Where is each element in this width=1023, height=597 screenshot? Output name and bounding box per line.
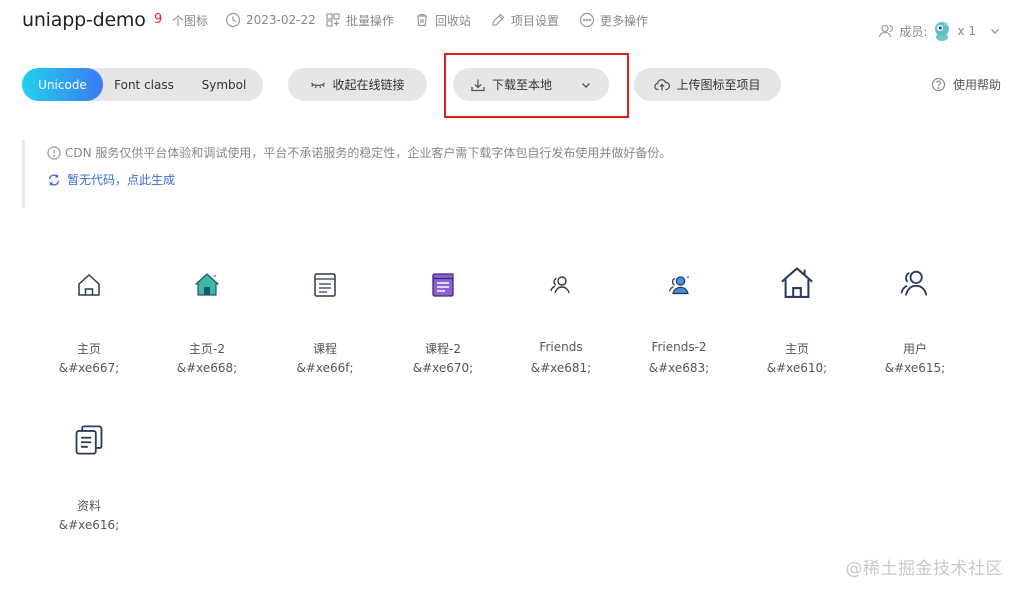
eye-closed-icon — [311, 82, 326, 88]
members-icon — [879, 24, 894, 38]
icon-name: Friends-2 — [651, 340, 707, 354]
refresh-icon — [48, 173, 60, 186]
user-icon — [900, 270, 928, 296]
tab-font-class[interactable]: Font class — [103, 68, 185, 101]
cdn-warning-text: CDN 服务仅供平台体验和调试使用，平台不承诺服务的稳定性，企业客户需下载字体包… — [65, 146, 672, 160]
icon-name: 课程-2 — [425, 342, 461, 356]
icon-code: &#xe616; — [58, 518, 120, 532]
more-ops-label: 更多操作 — [600, 13, 649, 28]
icon-name: 主页-2 — [189, 342, 225, 356]
home-filled-icon — [195, 273, 219, 296]
pencil-icon — [492, 13, 505, 26]
cloud-upload-icon — [654, 78, 671, 90]
more-dots-icon — [579, 12, 595, 28]
icon-item[interactable]: 主页 &#xe667; — [30, 270, 148, 400]
icon-item[interactable]: Friends-2 &#xe683; — [620, 270, 738, 400]
upload-icons-button[interactable]: 上传图标至项目 — [634, 68, 781, 101]
project-date: 2023-02-22 — [225, 11, 316, 29]
info-circle-icon — [47, 145, 61, 160]
course-outline-icon — [314, 273, 336, 297]
icon-code: &#xe615; — [884, 361, 946, 375]
code-type-tabs: Unicode Font class Symbol — [22, 68, 263, 101]
icon-code: &#xe681; — [530, 361, 592, 375]
icon-name: 课程 — [312, 342, 337, 356]
batch-ops-label: 批量操作 — [346, 13, 395, 28]
robot-avatar-icon — [935, 22, 950, 41]
clock-icon — [225, 12, 241, 28]
help-link[interactable]: 使用帮助 — [931, 76, 1001, 93]
home-large-icon — [781, 267, 813, 298]
watermark: @稀土掘金技术社区 — [845, 559, 1003, 579]
project-settings-button[interactable]: 项目设置 — [490, 11, 559, 29]
download-local-button[interactable]: 下载至本地 — [453, 68, 609, 101]
collapse-link-label: 收起在线链接 — [332, 78, 405, 92]
download-local-label: 下载至本地 — [491, 78, 552, 92]
icon-code: &#xe670; — [412, 361, 474, 375]
icon-count: 9 — [154, 12, 163, 27]
icon-name: 资料 — [76, 499, 101, 513]
icon-name: 用户 — [902, 342, 927, 356]
icon-item[interactable]: 课程-2 &#xe670; — [384, 270, 502, 400]
toolbar: Unicode Font class Symbol 收起在线链接 下载至本地 上… — [0, 53, 1023, 118]
members-label: 成员: — [899, 24, 928, 39]
upload-icons-label: 上传图标至项目 — [676, 78, 761, 92]
icon-code: &#xe668; — [176, 361, 238, 375]
avatar — [932, 20, 952, 42]
collapse-link-button[interactable]: 收起在线链接 — [288, 68, 427, 101]
icon-item[interactable]: 资料 &#xe616; — [30, 425, 148, 557]
documents-icon — [75, 425, 103, 455]
date-text: 2023-02-22 — [246, 13, 316, 27]
icon-code: &#xe610; — [766, 361, 828, 375]
icon-code: &#xe683; — [648, 361, 710, 375]
icon-code: &#xe667; — [58, 361, 120, 375]
more-ops-button[interactable]: 更多操作 — [579, 11, 648, 29]
help-label: 使用帮助 — [952, 78, 1001, 92]
recycle-bin-label: 回收站 — [435, 13, 472, 28]
icon-count-label: 个图标 — [172, 14, 209, 28]
icon-code: &#xe66f; — [296, 361, 354, 375]
members-dropdown[interactable]: 成员: x 1 — [878, 20, 1001, 42]
project-title: uniapp-demo — [22, 9, 146, 31]
members-count: x 1 — [957, 24, 976, 38]
icon-item[interactable]: Friends &#xe681; — [502, 270, 620, 400]
icon-item[interactable]: 主页-2 &#xe668; — [148, 270, 266, 400]
icon-item[interactable]: 用户 &#xe615; — [856, 270, 974, 400]
project-settings-label: 项目设置 — [511, 13, 560, 28]
chevron-down-icon — [582, 82, 590, 88]
chevron-down-icon — [991, 29, 999, 34]
grid-icon — [326, 13, 340, 27]
project-header: uniapp-demo 9 个图标 2023-02-22 批量操作 回收站 项目… — [0, 0, 1023, 48]
trash-icon — [417, 13, 427, 27]
icon-item[interactable]: 主页 &#xe610; — [738, 267, 856, 400]
download-icon — [471, 79, 485, 91]
cdn-notice: CDN 服务仅供平台体验和调试使用，平台不承诺服务的稳定性，企业客户需下载字体包… — [22, 140, 722, 208]
course-filled-icon — [432, 273, 454, 297]
home-outline-icon — [78, 274, 100, 296]
generate-code-link[interactable]: 暂无代码，点此生成 — [47, 171, 175, 188]
question-circle-icon — [931, 77, 946, 92]
cdn-warning: CDN 服务仅供平台体验和调试使用，平台不承诺服务的稳定性，企业客户需下载字体包… — [47, 144, 671, 161]
recycle-bin-button[interactable]: 回收站 — [414, 11, 471, 29]
icon-name: Friends — [539, 340, 583, 354]
tab-unicode[interactable]: Unicode — [22, 68, 103, 101]
batch-ops-button[interactable]: 批量操作 — [325, 11, 394, 29]
icon-item[interactable]: 课程 &#xe66f; — [266, 270, 384, 400]
icon-name: 主页 — [76, 342, 101, 356]
tab-symbol[interactable]: Symbol — [185, 68, 263, 101]
friends-outline-icon — [550, 276, 570, 294]
icon-name: 主页 — [784, 342, 809, 356]
friends-filled-icon — [668, 276, 689, 295]
generate-code-label: 暂无代码，点此生成 — [67, 173, 176, 187]
